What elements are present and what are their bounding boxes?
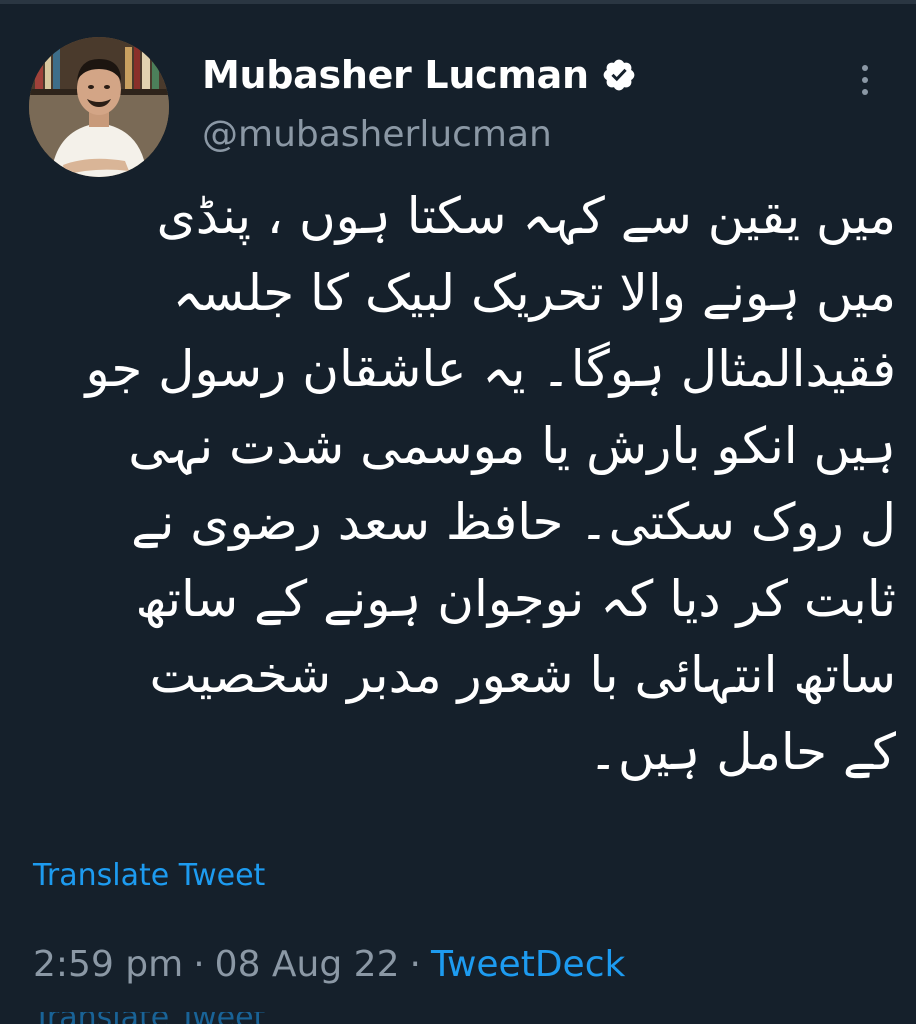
tweet-source-link[interactable]: TweetDeck [431, 944, 625, 985]
verified-badge-icon [601, 57, 637, 93]
tweet-text-line: میں یقین سے کہہ سکتا ہوں ، پنڈی [156, 187, 896, 245]
avatar-photo [29, 37, 169, 177]
more-vertical-icon[interactable] [850, 58, 880, 102]
translate-tweet-link[interactable]: Translate Tweet [33, 858, 265, 893]
translate-tweet-link-cutoff: Translate Tweet [33, 1012, 265, 1024]
tweet-text-line: فقیدالمثال ہوگا۔ یہ عاشقان رسول جو [85, 340, 897, 398]
tweet-meta: 2:59 pm · 08 Aug 22 · TweetDeck [33, 938, 625, 990]
meta-separator: · [409, 943, 421, 985]
author-handle[interactable]: @mubasherlucman [202, 114, 552, 155]
author-display-name[interactable]: Mubasher Lucman [202, 53, 589, 97]
tweet-timestamp[interactable]: 2:59 pm [33, 944, 183, 985]
top-divider [0, 0, 916, 4]
meta-separator: · [193, 943, 205, 985]
tweet-text-line: ساتھ انتہائی با شعور مدبر شخصیت [149, 646, 896, 704]
author-name-row: Mubasher Lucman [202, 50, 637, 100]
avatar[interactable] [29, 37, 169, 177]
tweet-text-line: کے حامل ہیں۔ [588, 722, 896, 781]
tweet-date[interactable]: 08 Aug 22 [215, 944, 400, 985]
tweet-text: میں یقین سے کہہ سکتا ہوں ، پنڈی میں ہونے… [20, 178, 897, 790]
tweet-text-line: میں ہونے والا تحریک لبیک کا جلسہ [172, 263, 896, 322]
tweet-text-line: ل روک سکتی۔ حافظ سعد رضوی نے [131, 493, 896, 551]
tweet-text-line: ثابت کر دیا کہ نوجوان ہونے کے ساتھ [135, 569, 897, 628]
tweet-text-line: ہیں انکو بارش یا موسمی شدت نہی [128, 416, 896, 475]
